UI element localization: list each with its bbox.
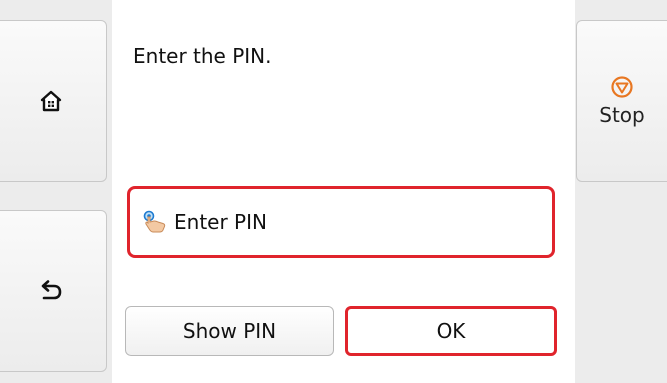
back-icon [39, 280, 63, 302]
home-icon [40, 90, 62, 112]
pin-input-label: Enter PIN [174, 210, 267, 234]
touch-icon [142, 210, 168, 234]
home-button[interactable] [0, 20, 107, 182]
ok-button[interactable]: OK [345, 306, 557, 356]
stop-icon [610, 75, 634, 99]
stop-button[interactable]: Stop [576, 20, 667, 182]
back-button[interactable] [0, 210, 107, 372]
pin-input-field[interactable]: Enter PIN [127, 186, 555, 258]
printer-screen: Stop Enter the PIN. Enter PIN Show PIN O… [0, 0, 667, 383]
show-pin-button[interactable]: Show PIN [125, 306, 334, 356]
stop-label: Stop [599, 103, 645, 127]
instruction-text: Enter the PIN. [133, 44, 272, 68]
